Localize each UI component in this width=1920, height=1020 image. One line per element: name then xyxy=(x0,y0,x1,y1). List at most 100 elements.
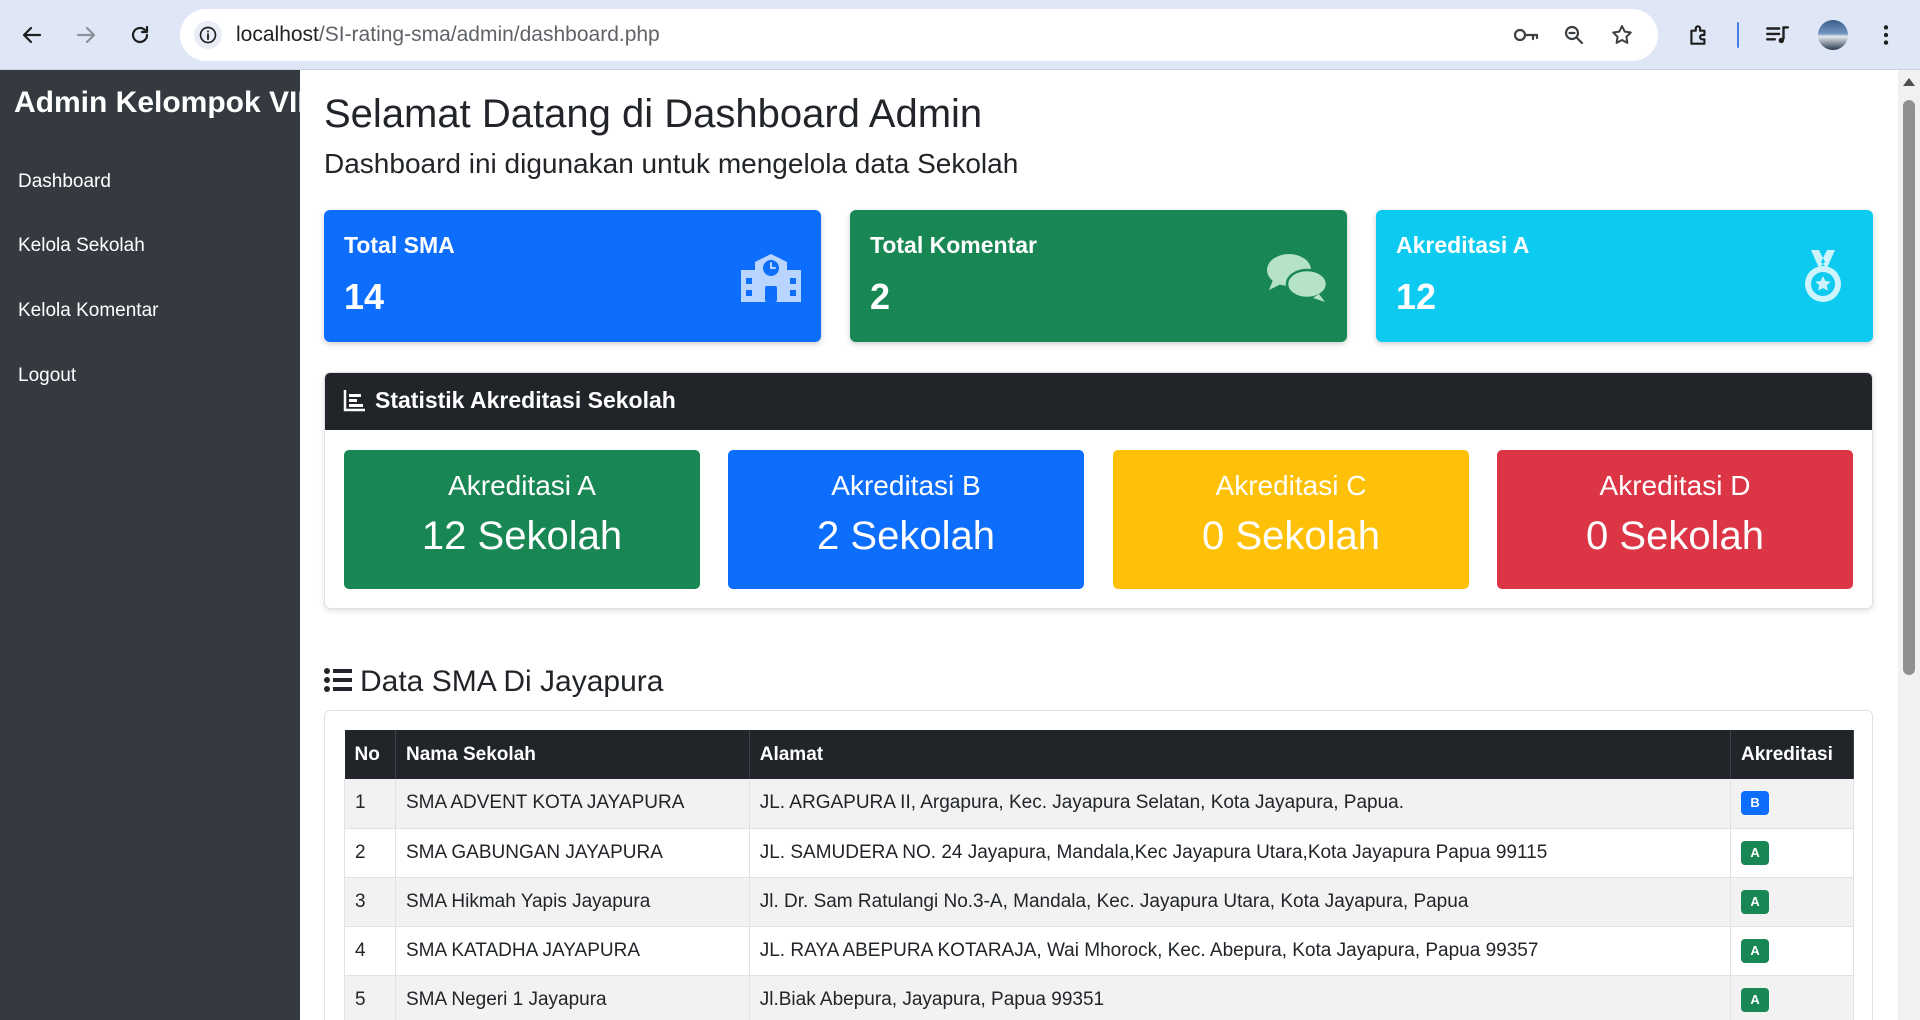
cell-akreditasi: B xyxy=(1730,779,1854,829)
url-text[interactable]: localhost/SI-rating-sma/admin/dashboard.… xyxy=(236,23,660,47)
profile-avatar[interactable] xyxy=(1818,20,1848,50)
medal-icon xyxy=(1805,250,1841,302)
stat-box-label: Akreditasi A xyxy=(448,470,596,501)
address-bar[interactable]: localhost/SI-rating-sma/admin/dashboard.… xyxy=(180,9,1658,61)
toolbar-separator xyxy=(1737,22,1739,48)
cell-nama: SMA GABUNGAN JAYAPURA xyxy=(395,828,750,878)
akreditasi-badge: A xyxy=(1741,840,1770,865)
table-header-row: No Nama Sekolah Alamat Akreditasi xyxy=(344,730,1854,779)
back-button[interactable] xyxy=(12,15,52,55)
cell-akreditasi: A xyxy=(1730,926,1854,976)
card-title: Total Komentar xyxy=(870,232,1037,258)
sidebar-item-kelola-sekolah[interactable]: Kelola Sekolah xyxy=(18,235,145,257)
stat-box-akreditasi-a: Akreditasi A 12 Sekolah xyxy=(344,450,700,589)
stat-box-value: 2 Sekolah xyxy=(817,514,995,558)
chart-icon xyxy=(343,390,365,412)
stat-box-value: 0 Sekolah xyxy=(1586,514,1764,558)
stat-box-value: 0 Sekolah xyxy=(1202,514,1380,558)
table-row: 5 SMA Negeri 1 Jayapura Jl.Biak Abepura,… xyxy=(344,975,1854,1020)
stat-box-label: Akreditasi D xyxy=(1599,470,1751,501)
school-icon xyxy=(741,254,801,302)
stat-box-akreditasi-b: Akreditasi B 2 Sekolah xyxy=(728,450,1084,589)
column-header-alamat: Alamat xyxy=(749,730,1732,779)
stat-box-akreditasi-d: Akreditasi D 0 Sekolah xyxy=(1497,450,1853,589)
sidebar-brand[interactable]: Admin Kelompok VII xyxy=(14,86,306,120)
akreditasi-badge: A xyxy=(1741,987,1770,1012)
stat-panel-title: Statistik Akreditasi Sekolah xyxy=(375,387,676,413)
arrow-left-icon xyxy=(22,26,42,44)
media-controls-button[interactable] xyxy=(1757,15,1797,55)
scrollbar-thumb[interactable] xyxy=(1903,100,1915,675)
card-value: 14 xyxy=(344,276,385,317)
cell-no: 2 xyxy=(344,828,396,878)
site-info-icon[interactable] xyxy=(194,21,222,49)
table-section-title: Data SMA Di Jayapura xyxy=(324,664,663,699)
cell-alamat: JL. SAMUDERA NO. 24 Jayapura, Mandala,Ke… xyxy=(749,828,1732,878)
cell-nama: SMA Negeri 1 Jayapura xyxy=(395,975,750,1020)
list-icon xyxy=(324,668,352,692)
cell-alamat: JL. ARGAPURA II, Argapura, Kec. Jayapura… xyxy=(749,779,1732,829)
scroll-up-arrow-icon[interactable] xyxy=(1903,78,1915,86)
table-row: 1 SMA ADVENT KOTA JAYAPURA JL. ARGAPURA … xyxy=(344,779,1854,829)
akreditasi-badge: A xyxy=(1741,938,1770,963)
arrow-right-icon xyxy=(76,26,96,44)
card-value: 12 xyxy=(1396,276,1437,317)
browser-menu-button[interactable] xyxy=(1866,15,1906,55)
column-header-akreditasi: Akreditasi xyxy=(1730,730,1854,779)
table-row: 2 SMA GABUNGAN JAYAPURA JL. SAMUDERA NO.… xyxy=(344,828,1854,878)
page-subtitle: Dashboard ini digunakan untuk mengelola … xyxy=(324,148,1019,179)
sidebar: Admin Kelompok VII Dashboard Kelola Seko… xyxy=(0,70,306,1020)
sma-table: No Nama Sekolah Alamat Akreditasi 1 SMA … xyxy=(344,730,1854,1020)
akreditasi-badge: B xyxy=(1741,791,1770,816)
url-host: localhost xyxy=(236,23,319,46)
stat-box-value: 12 Sekolah xyxy=(421,514,623,558)
column-header-no: No xyxy=(344,730,396,779)
cell-no: 3 xyxy=(344,877,396,927)
cell-no: 1 xyxy=(344,779,396,829)
url-path: /SI-rating-sma/admin/dashboard.php xyxy=(318,23,660,46)
column-header-nama: Nama Sekolah xyxy=(395,730,750,779)
cell-nama: SMA Hikmah Yapis Jayapura xyxy=(395,877,750,927)
table-panel: No Nama Sekolah Alamat Akreditasi 1 SMA … xyxy=(324,710,1873,1020)
cell-no: 4 xyxy=(344,926,396,976)
browser-toolbar: localhost/SI-rating-sma/admin/dashboard.… xyxy=(0,0,1920,70)
cell-akreditasi: A xyxy=(1730,877,1854,927)
sidebar-item-kelola-komentar[interactable]: Kelola Komentar xyxy=(18,300,158,322)
stat-panel: Statistik Akreditasi Sekolah Akreditasi … xyxy=(324,372,1873,609)
card-title: Akreditasi A xyxy=(1396,232,1530,258)
table-section-title-text: Data SMA Di Jayapura xyxy=(360,665,664,699)
card-akreditasi-a: Akreditasi A 12 xyxy=(1376,210,1873,342)
cell-alamat: Jl. Dr. Sam Ratulangi No.3-A, Mandala, K… xyxy=(749,877,1732,927)
cell-nama: SMA KATADHA JAYAPURA xyxy=(395,926,750,976)
card-total-sma: Total SMA 14 xyxy=(324,210,821,342)
sidebar-item-dashboard[interactable]: Dashboard xyxy=(18,171,111,193)
sidebar-item-logout[interactable]: Logout xyxy=(18,365,76,387)
bookmark-star-icon[interactable] xyxy=(1608,21,1636,49)
cell-nama: SMA ADVENT KOTA JAYAPURA xyxy=(395,779,750,829)
zoom-icon[interactable] xyxy=(1560,21,1588,49)
card-value: 2 xyxy=(870,276,891,317)
puzzle-icon xyxy=(1690,25,1706,45)
page-scrollbar[interactable] xyxy=(1898,70,1920,1020)
comments-icon xyxy=(1267,254,1329,302)
page-title: Selamat Datang di Dashboard Admin xyxy=(324,92,983,136)
playlist-icon xyxy=(1766,26,1790,44)
card-title: Total SMA xyxy=(344,232,455,258)
cell-alamat: JL. RAYA ABEPURA KOTARAJA, Wai Mhorock, … xyxy=(749,926,1732,976)
more-vertical-icon xyxy=(1883,25,1889,45)
main-content: Selamat Datang di Dashboard Admin Dashbo… xyxy=(300,70,1898,1020)
reload-icon xyxy=(131,25,149,44)
table-row: 3 SMA Hikmah Yapis Jayapura Jl. Dr. Sam … xyxy=(344,877,1854,927)
cell-alamat: Jl.Biak Abepura, Jayapura, Papua 99351 xyxy=(749,975,1732,1020)
stat-panel-header: Statistik Akreditasi Sekolah xyxy=(325,373,1872,430)
table-row: 4 SMA KATADHA JAYAPURA JL. RAYA ABEPURA … xyxy=(344,926,1854,976)
stat-box-label: Akreditasi B xyxy=(831,470,981,501)
forward-button[interactable] xyxy=(66,15,106,55)
akreditasi-badge: A xyxy=(1741,889,1770,914)
extensions-button[interactable] xyxy=(1679,15,1719,55)
reload-button[interactable] xyxy=(120,15,160,55)
card-total-komentar: Total Komentar 2 xyxy=(850,210,1347,342)
stat-box-akreditasi-c: Akreditasi C 0 Sekolah xyxy=(1113,450,1469,589)
password-key-icon[interactable] xyxy=(1512,21,1540,49)
cell-akreditasi: A xyxy=(1730,828,1854,878)
